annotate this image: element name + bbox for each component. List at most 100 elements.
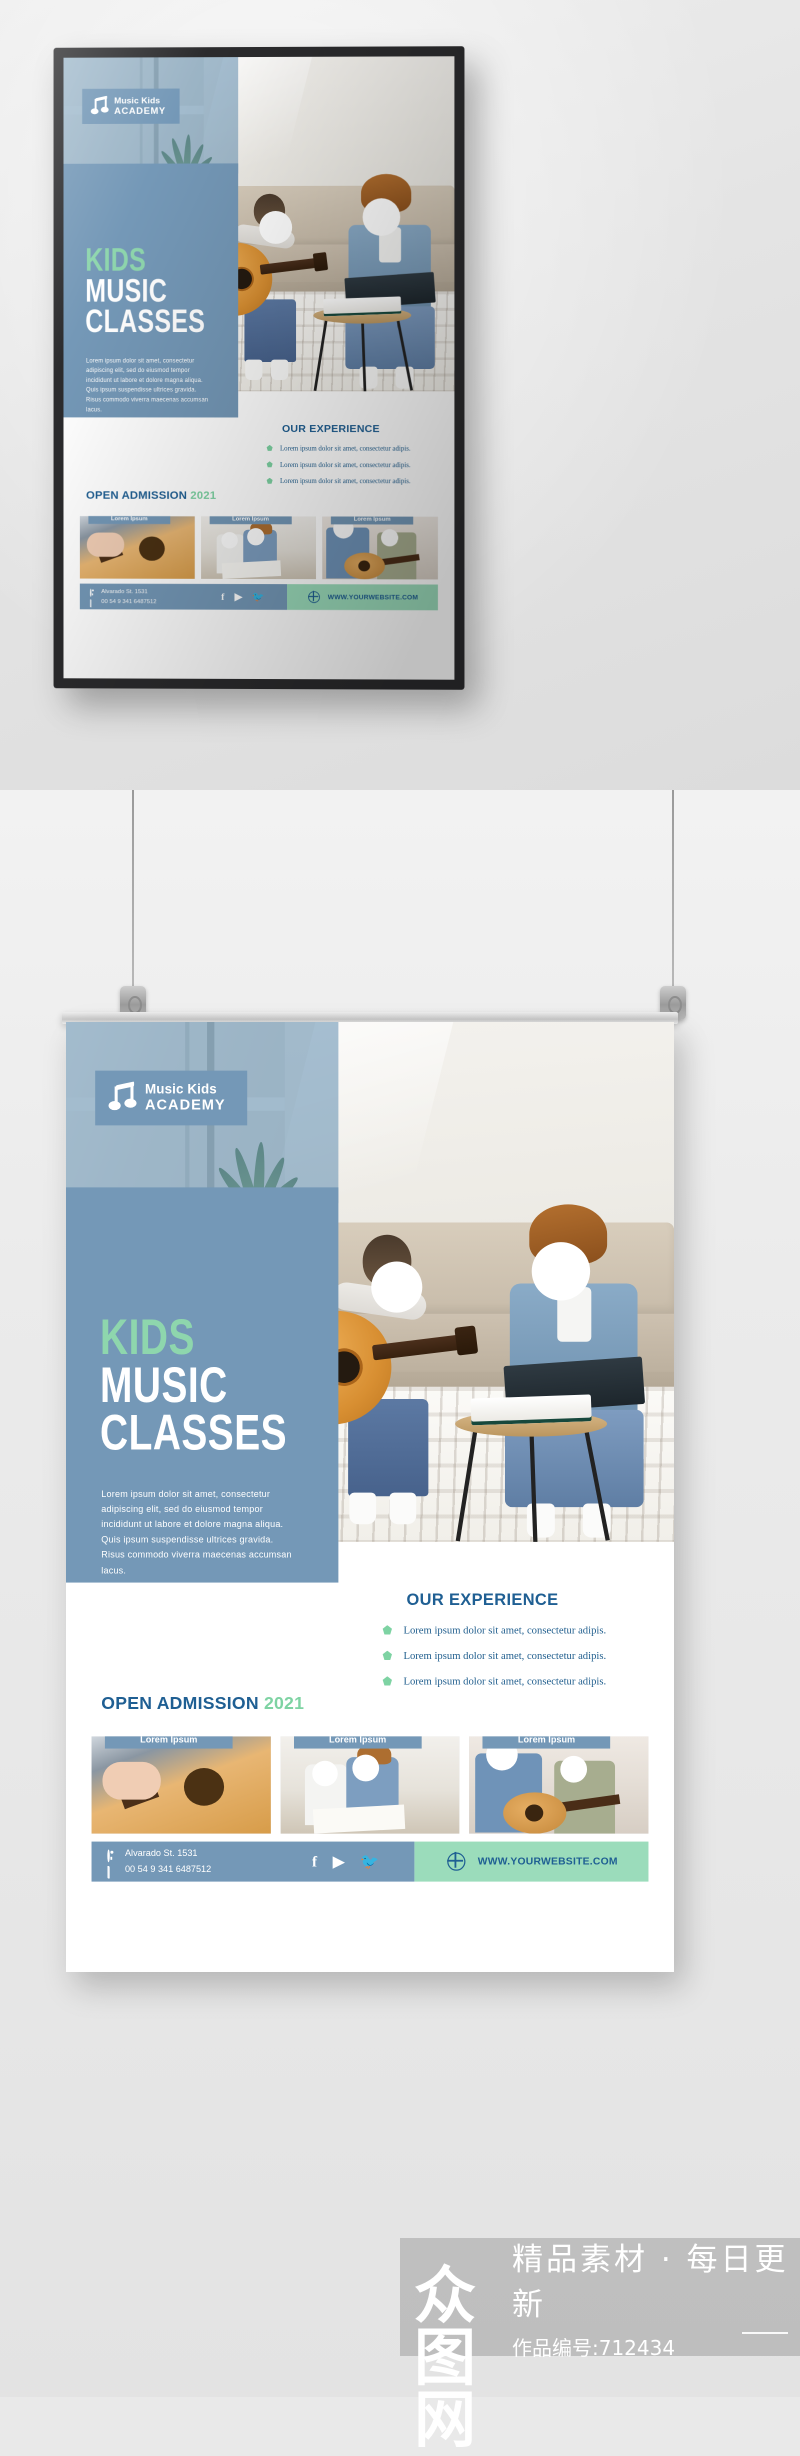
scene-framed-poster: Music Kids ACADEMY KIDS MUSIC CLASSES Lo…: [0, 0, 800, 790]
phone-text: 00 54 9 341 6487512: [101, 598, 157, 605]
bullet-pentagon-icon: [266, 445, 273, 452]
scene-hanging-poster: Music Kids ACADEMY KIDS MUSIC CLASSES Lo…: [0, 790, 800, 2397]
address-row: Alvarado St. 1531: [107, 1846, 211, 1863]
twitter-icon[interactable]: 🐦: [252, 592, 264, 603]
admission-year: 2021: [263, 1693, 305, 1714]
music-note-icon: [90, 95, 109, 116]
hanging-wire: [132, 790, 134, 995]
phone-text: 00 54 9 341 6487512: [124, 1864, 212, 1875]
thumbnail-caption: Lorem Ipsum: [104, 1736, 233, 1749]
list-item: Lorem ipsum dolor sit amet, consectetur …: [382, 1624, 643, 1637]
bullet-pentagon-icon: [382, 1676, 392, 1686]
body-paragraph: Lorem ipsum dolor sit amet, consectetur …: [101, 1488, 292, 1576]
thumbnail[interactable]: Lorem Ipsum: [322, 516, 438, 580]
open-admission: OPEN ADMISSION 2021: [101, 1694, 304, 1714]
globe-icon: [447, 1852, 466, 1871]
thumbnail-row: Lorem Ipsum Lorem Ipsum Lorem Ipsum: [91, 1736, 649, 1834]
thumbnail-caption: Lorem Ipsum: [293, 1736, 422, 1749]
side-table: [455, 1394, 610, 1542]
location-pin-icon: [89, 588, 97, 598]
admission-label: OPEN ADMISSION: [86, 488, 188, 502]
list-item: Lorem ipsum dolor sit amet, consectetur …: [266, 461, 434, 469]
experience-title: OUR EXPERIENCE: [406, 1590, 559, 1609]
globe-icon: [308, 591, 321, 604]
thumbnail[interactable]: Lorem Ipsum: [200, 516, 317, 580]
open-admission: OPEN ADMISSION 2021: [86, 489, 216, 502]
facebook-icon[interactable]: f: [221, 592, 224, 603]
hanging-hardware: [0, 790, 800, 1050]
bullet-pentagon-icon: [266, 461, 273, 468]
headline-line-2: MUSIC: [100, 1357, 228, 1413]
watermark-tagline: 精品素材 · 每日更新: [512, 2241, 789, 2323]
music-note-icon: [108, 1081, 137, 1112]
poster-artwork-framed: Music Kids ACADEMY KIDS MUSIC CLASSES Lo…: [63, 56, 455, 611]
footer-contact-block: Alvarado St. 1531 00 54 9 341 6487512 f …: [91, 1841, 415, 1882]
thumbnail-row: Lorem Ipsum Lorem Ipsum Lorem Ipsum: [79, 516, 438, 580]
headline-line-3: CLASSES: [100, 1405, 288, 1461]
address-text: Alvarado St. 1531: [124, 1848, 198, 1859]
poster-footer: Alvarado St. 1531 00 54 9 341 6487512 f …: [79, 583, 438, 611]
headline-line-2: MUSIC: [85, 272, 168, 309]
list-item: Lorem ipsum dolor sit amet, consectetur …: [266, 444, 434, 452]
body-paragraph: Lorem ipsum dolor sit amet, consectetur …: [86, 357, 209, 413]
address-row: Alvarado St. 1531: [89, 586, 157, 598]
facebook-icon[interactable]: f: [312, 1854, 317, 1869]
thumbnail-caption: Lorem Ipsum: [331, 516, 414, 525]
poster-artwork-hanging: Music Kids ACADEMY KIDS MUSIC CLASSES Lo…: [66, 1022, 674, 1972]
watermark-underline: [742, 2332, 788, 2334]
thumbnail[interactable]: Lorem Ipsum: [469, 1736, 649, 1834]
social-icons: f ▶ 🐦: [312, 1854, 379, 1869]
admission-year: 2021: [190, 488, 217, 502]
youtube-icon[interactable]: ▶: [235, 592, 243, 603]
footer-contact-block: Alvarado St. 1531 00 54 9 341 6487512 f …: [79, 583, 288, 610]
frame-mat: Music Kids ACADEMY KIDS MUSIC CLASSES Lo…: [63, 56, 455, 680]
watermark: 众图网 精品素材 · 每日更新 作品编号:712434: [400, 2238, 800, 2451]
headline-line-1: KIDS: [100, 1309, 195, 1365]
location-pin-icon: [107, 1849, 117, 1863]
experience-title: OUR EXPERIENCE: [281, 422, 380, 435]
logo-line-2: ACADEMY: [114, 105, 166, 117]
thumbnail-caption: Lorem Ipsum: [482, 1736, 611, 1749]
list-item: Lorem ipsum dolor sit amet, consectetur …: [266, 477, 434, 485]
experience-list: Lorem ipsum dolor sit amet, consectetur …: [266, 444, 434, 494]
thumbnail[interactable]: Lorem Ipsum: [79, 516, 195, 579]
footer-website-block[interactable]: WWW.YOURWEBSITE.COM: [287, 584, 438, 611]
footer-website-block[interactable]: WWW.YOURWEBSITE.COM: [414, 1841, 649, 1882]
headline-line-1: KIDS: [85, 242, 147, 278]
logo-badge[interactable]: Music Kids ACADEMY: [95, 1070, 248, 1126]
headline-line-3: CLASSES: [85, 303, 206, 340]
thumbnail-caption: Lorem Ipsum: [88, 516, 171, 525]
headline: KIDS MUSIC CLASSES: [100, 1309, 343, 1461]
bullet-pentagon-icon: [266, 478, 273, 485]
poster-footer: Alvarado St. 1531 00 54 9 341 6487512 f …: [91, 1841, 649, 1882]
list-item: Lorem ipsum dolor sit amet, consectetur …: [382, 1675, 643, 1688]
headline: KIDS MUSIC CLASSES: [85, 242, 241, 340]
experience-list: Lorem ipsum dolor sit amet, consectetur …: [382, 1624, 643, 1701]
youtube-icon[interactable]: ▶: [333, 1854, 345, 1869]
thumbnail[interactable]: Lorem Ipsum: [280, 1736, 460, 1834]
phone-icon: [89, 598, 97, 608]
phone-icon: [107, 1864, 117, 1879]
list-item: Lorem ipsum dolor sit amet, consectetur …: [382, 1649, 643, 1662]
logo-line-1: Music Kids: [145, 1081, 217, 1097]
mockup-stage: Music Kids ACADEMY KIDS MUSIC CLASSES Lo…: [0, 0, 800, 2451]
bullet-pentagon-icon: [382, 1625, 392, 1635]
thumbnail-caption: Lorem Ipsum: [209, 516, 292, 525]
logo-badge[interactable]: Music Kids ACADEMY: [82, 88, 180, 124]
watermark-logo-icon: 众图网: [414, 2261, 506, 2451]
thumbnail[interactable]: Lorem Ipsum: [91, 1736, 271, 1834]
phone-row: 00 54 9 341 6487512: [89, 597, 157, 608]
phone-row: 00 54 9 341 6487512: [107, 1862, 212, 1879]
website-text: WWW.YOURWEBSITE.COM: [477, 1855, 618, 1868]
side-table: [313, 296, 413, 392]
website-text: WWW.YOURWEBSITE.COM: [327, 593, 419, 601]
bullet-pentagon-icon: [382, 1650, 392, 1660]
watermark-logo-text: 众图网: [414, 2259, 477, 2456]
twitter-icon[interactable]: 🐦: [360, 1854, 379, 1869]
address-text: Alvarado St. 1531: [101, 587, 148, 595]
picture-frame: Music Kids ACADEMY KIDS MUSIC CLASSES Lo…: [53, 46, 465, 690]
admission-label: OPEN ADMISSION: [101, 1693, 259, 1714]
hanging-wire: [672, 790, 674, 995]
logo-line-2: ACADEMY: [145, 1096, 226, 1114]
watermark-code: 作品编号:712434: [512, 2335, 676, 2360]
